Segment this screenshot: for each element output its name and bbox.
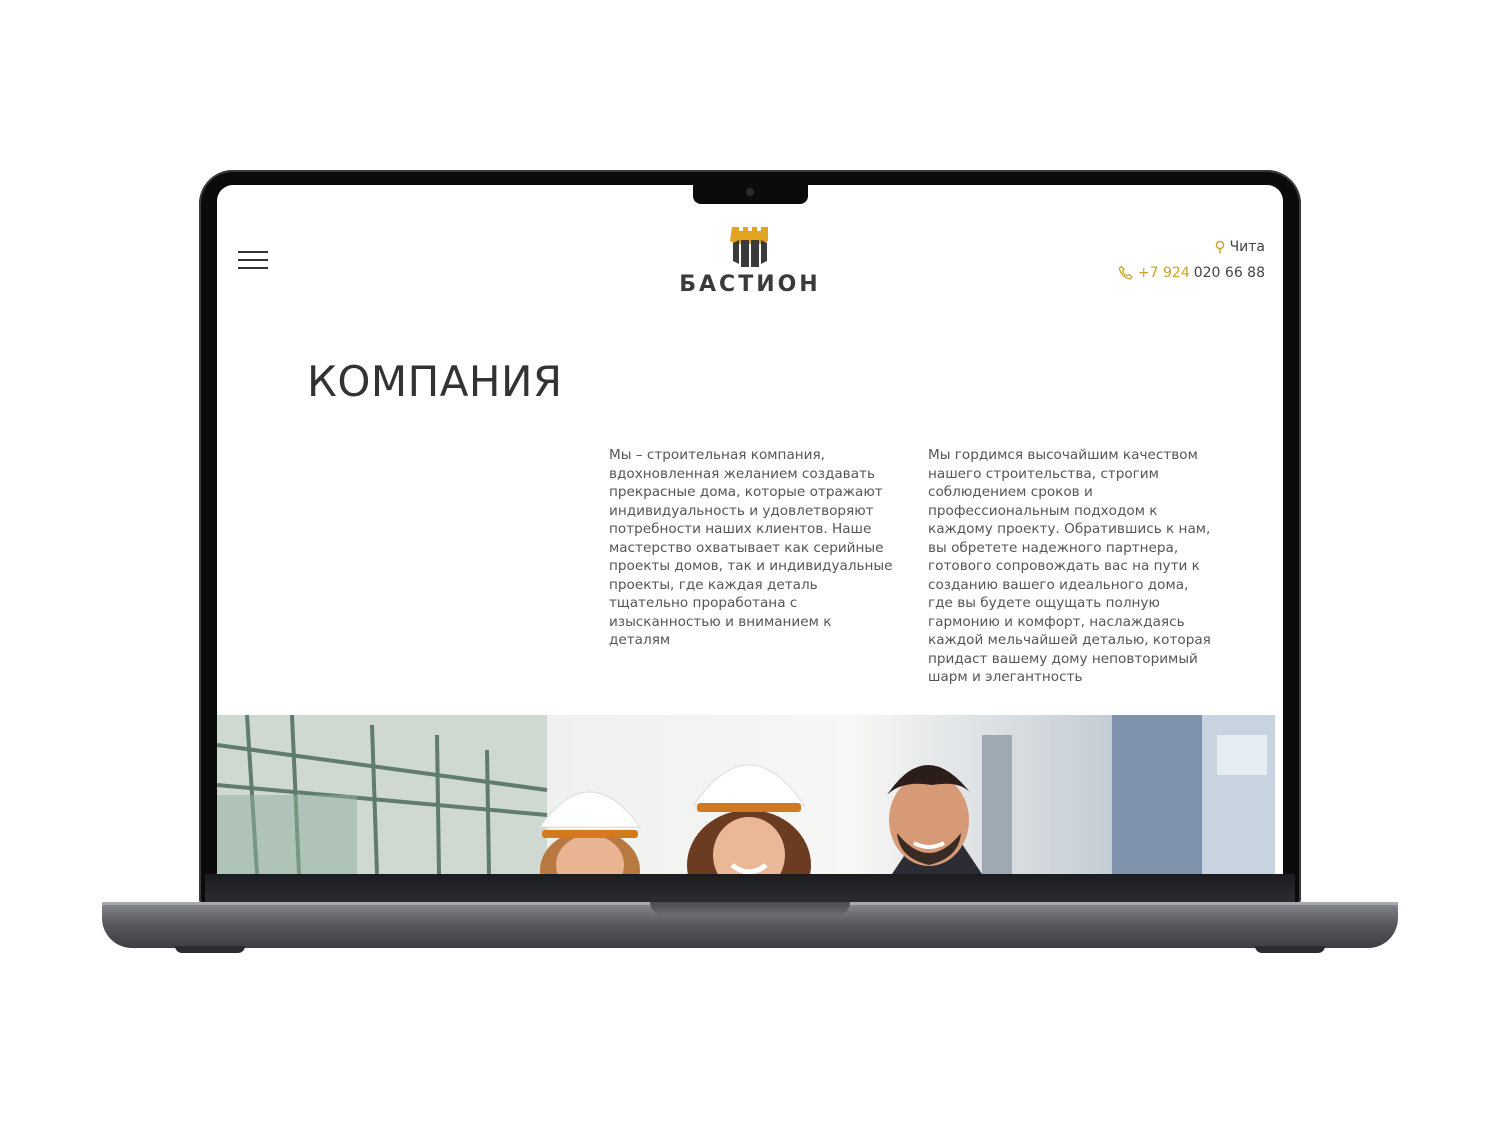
header-contacts: Чита +7 924 020 66 88 xyxy=(1118,235,1265,285)
castle-logo-icon xyxy=(730,227,768,267)
screen-bezel-bottom xyxy=(205,874,1295,902)
location-pin-icon xyxy=(1215,240,1224,254)
team-photo-illustration xyxy=(217,715,1275,874)
browser-viewport: БАСТИОН Чита +7 924 020 66 88 КОМПАНИЯ М… xyxy=(217,185,1283,874)
camera-icon xyxy=(746,188,754,196)
about-paragraph-2: Мы гордимся высочайшим качеством нашего … xyxy=(928,447,1211,685)
phone-prefix: +7 924 xyxy=(1137,265,1190,281)
laptop-foot-right xyxy=(1255,946,1325,953)
lid-groove xyxy=(650,902,850,916)
city-label: Чита xyxy=(1229,239,1265,255)
laptop-foot-left xyxy=(175,946,245,953)
city-selector[interactable]: Чита xyxy=(1118,235,1265,259)
logo-text: БАСТИОН xyxy=(679,272,821,297)
hamburger-icon xyxy=(238,251,268,253)
phone-icon xyxy=(1118,265,1133,280)
phone-link[interactable]: +7 924 020 66 88 xyxy=(1118,261,1265,285)
menu-button[interactable] xyxy=(238,251,268,269)
phone-number: 020 66 88 xyxy=(1193,265,1265,281)
about-paragraph-1: Мы – строительная компания, вдохновленна… xyxy=(609,447,893,648)
team-photo xyxy=(217,715,1275,874)
page-title: КОМПАНИЯ xyxy=(307,357,563,406)
